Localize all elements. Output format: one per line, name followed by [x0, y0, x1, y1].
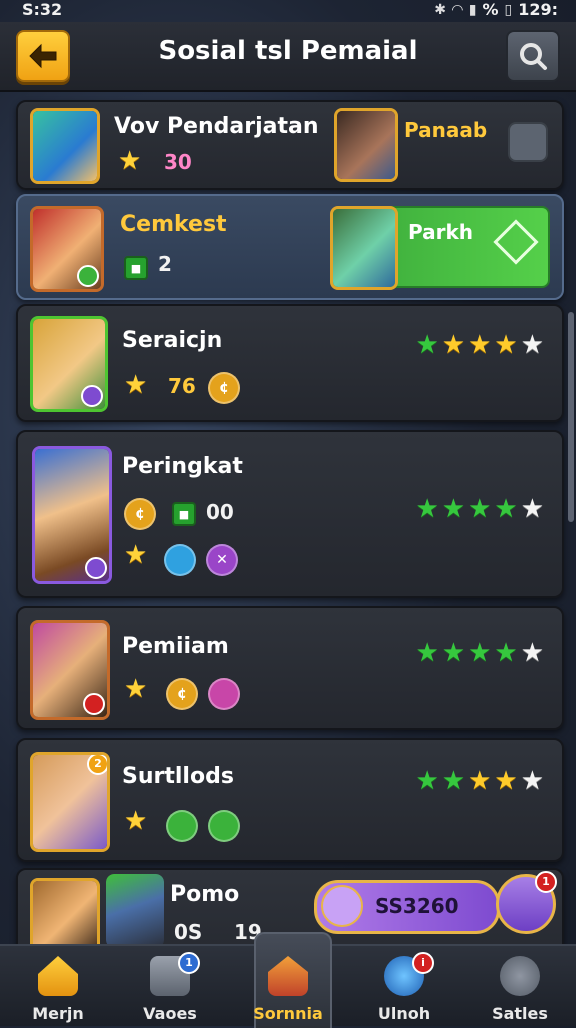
star-icon: ★: [124, 370, 148, 400]
list-item[interactable]: Vov Pendarjatan ★ 30 Panaab: [16, 100, 564, 190]
friend-avatar: [330, 206, 398, 290]
friend-name: Panaab: [404, 118, 488, 142]
home-icon[interactable]: [508, 122, 548, 162]
star-icon: ★: [124, 674, 148, 704]
player-name: Pomo: [170, 882, 240, 907]
scrollbar[interactable]: [568, 312, 574, 522]
house-icon: [268, 956, 308, 996]
nav-item-vaoes[interactable]: 1 Vaoes: [120, 952, 220, 1024]
player-name: Pemiiam: [122, 634, 229, 659]
shield-icon: [166, 810, 198, 842]
friend-avatar: [106, 874, 164, 948]
header: Sosial tsl Pemaial: [0, 22, 576, 92]
level-badge: [83, 693, 105, 715]
notification-badge: i: [412, 952, 434, 974]
rating-stars: ★ ★ ★ ★ ★: [415, 766, 544, 796]
rating-stars: ★ ★ ★ ★ ★: [415, 330, 544, 360]
nav-label: Ulnoh: [377, 1004, 431, 1023]
currency-value: SS3260: [375, 894, 459, 918]
gem-icon: [208, 678, 240, 710]
player-name: Seraicjn: [122, 328, 223, 353]
nav-label: Satles: [492, 1004, 548, 1023]
diamond-icon: [493, 219, 539, 265]
list-item[interactable]: 2 Surtllods ★ ★ ★ ★ ★ ★: [16, 738, 564, 862]
coin-icon: ¢: [166, 678, 198, 710]
avatar: 2: [30, 752, 110, 852]
status-icons: ✱ ◠ ▮ % ▯ 129:: [434, 0, 558, 19]
search-button[interactable]: [506, 30, 560, 82]
rating-stars: ★ ★ ★ ★ ★: [415, 638, 544, 668]
nav-item-settings[interactable]: Satles: [470, 952, 570, 1024]
nav-label: Merjn: [32, 1004, 84, 1023]
player-name: Peringkat: [122, 454, 243, 479]
gem-icon: ■: [172, 502, 196, 526]
list-item-selected[interactable]: Cemkest ■ 2 Parkh: [16, 194, 564, 300]
player-stat-a: 0S: [174, 920, 203, 944]
star-badge-icon: [321, 885, 363, 927]
currency-pill[interactable]: SS3260: [314, 880, 500, 934]
player-name: Surtllods: [122, 764, 234, 789]
coin-icon: ¢: [208, 372, 240, 404]
search-icon: [520, 43, 547, 70]
status-signal-text: %: [482, 0, 499, 19]
nav-label: Vaoes: [143, 1004, 197, 1023]
friend-avatar: [334, 108, 398, 182]
star-icon: ★: [124, 540, 148, 570]
list-item[interactable]: Peringkat ¢ ■ 00 ★ ✕ ★ ★ ★ ★ ★: [16, 430, 564, 598]
status-right-text: 129:: [518, 0, 558, 19]
gear-icon: [500, 956, 540, 996]
player-score: 30: [164, 150, 192, 174]
friend-card[interactable]: Parkh: [330, 206, 550, 290]
sword-icon: ✕: [206, 544, 238, 576]
avatar: [30, 206, 104, 292]
avatar: [32, 446, 112, 584]
player-score: 2: [158, 252, 172, 276]
avatar: [30, 878, 100, 954]
status-time: S:32: [22, 0, 63, 19]
signal-icon: ▮: [468, 1, 477, 18]
page-title: Sosial tsl Pemaial: [158, 36, 418, 66]
avatar: [30, 108, 100, 184]
coin-icon: ¢: [124, 498, 156, 530]
player-score: 76: [168, 374, 196, 398]
player-name: Vov Pendarjatan: [114, 114, 319, 139]
gem-icon: ■: [124, 256, 148, 280]
level-badge: [77, 265, 99, 287]
home-icon: [38, 956, 78, 996]
status-bar: S:32 ✱ ◠ ▮ % ▯ 129:: [0, 0, 576, 22]
player-name: Cemkest: [120, 212, 227, 237]
level-badge: 2: [87, 755, 107, 775]
nav-item-home[interactable]: Merjn: [8, 952, 108, 1024]
nav-label: Sornnia: [253, 1004, 323, 1023]
bottom-nav: Merjn 1 Vaoes Sornnia i Ulnoh Satles: [0, 932, 576, 1028]
friend-name: Parkh: [408, 220, 474, 244]
list-item[interactable]: Seraicjn ★ 76 ¢ ★ ★ ★ ★ ★: [16, 304, 564, 422]
level-badge: [85, 557, 107, 579]
list-item[interactable]: Pemiiam ★ ¢ ★ ★ ★ ★ ★: [16, 606, 564, 730]
shield-icon: [164, 544, 196, 576]
avatar: [30, 620, 110, 720]
nav-item-ulnoh[interactable]: i Ulnoh: [354, 952, 454, 1024]
wifi-icon: ◠: [451, 1, 463, 18]
star-icon: ★: [118, 146, 142, 176]
notification-badge: 1: [178, 952, 200, 974]
level-badge: [81, 385, 103, 407]
claim-button[interactable]: 1: [496, 871, 557, 934]
rating-stars: ★ ★ ★ ★ ★: [415, 494, 544, 524]
player-score: 00: [206, 500, 234, 524]
bluetooth-icon: ✱: [434, 1, 446, 18]
avatar: [30, 316, 108, 412]
star-icon: ★: [124, 806, 148, 836]
shield-icon: [208, 810, 240, 842]
nav-item-social[interactable]: Sornnia: [238, 952, 338, 1024]
battery-icon: ▯: [504, 1, 513, 18]
notification-badge: 1: [535, 871, 557, 893]
